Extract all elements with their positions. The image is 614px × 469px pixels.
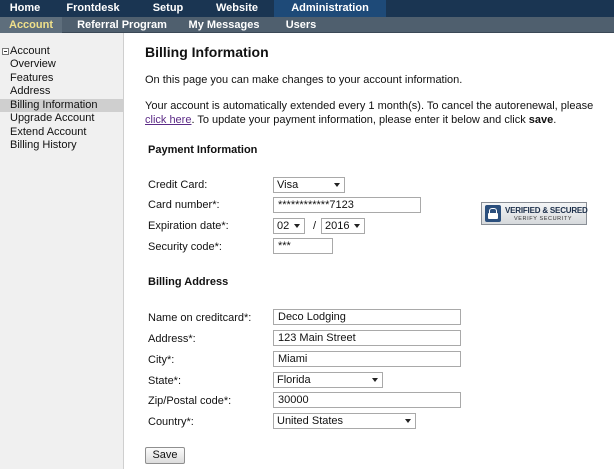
paragraph-text-continued: . To update your payment information, pl… <box>191 113 529 126</box>
credit-card-value: Visa <box>277 179 299 191</box>
credit-card-select[interactable]: Visa <box>273 177 345 193</box>
expiration-date-label: Expiration date*: <box>148 220 229 232</box>
country-value: United States <box>277 415 344 427</box>
sidebar-item-billing-information[interactable]: Billing Information <box>0 98 123 112</box>
address-label: Address*: <box>148 333 196 345</box>
badge-subtitle: VERIFY SECURITY <box>514 216 573 222</box>
sidebar-item-overview[interactable]: Overview <box>0 58 123 72</box>
name-on-card-input[interactable] <box>273 309 461 325</box>
tab-home[interactable]: Home <box>0 0 50 17</box>
chevron-down-icon <box>294 224 300 228</box>
paragraph-text: Your account is automatically extended e… <box>145 100 594 112</box>
sidebar-item-upgrade-account[interactable]: Upgrade Account <box>0 112 123 126</box>
subnav-account[interactable]: Account <box>0 17 62 33</box>
security-code-input[interactable] <box>273 238 333 254</box>
state-value: Florida <box>277 374 311 386</box>
subnav-my-messages[interactable]: My Messages <box>184 17 264 33</box>
state-select[interactable]: Florida <box>273 372 383 388</box>
top-navigation: Home Frontdesk Setup Website Administrat… <box>0 0 614 17</box>
country-select[interactable]: United States <box>273 413 416 429</box>
security-code-label: Security code*: <box>148 241 222 253</box>
expiration-month-value: 02 <box>277 220 290 232</box>
tab-setup[interactable]: Setup <box>136 0 200 17</box>
collapse-icon[interactable] <box>2 48 9 55</box>
chevron-down-icon <box>354 224 360 228</box>
sidebar-item-address[interactable]: Address <box>0 85 123 99</box>
sidebar-item-extend-account[interactable]: Extend Account <box>0 126 123 140</box>
sidebar: Account Overview Features Address Billin… <box>0 33 124 469</box>
expiration-year-select[interactable]: 2016 <box>321 218 365 234</box>
expiration-separator: / <box>313 220 317 232</box>
sidebar-item-billing-history[interactable]: Billing History <box>0 139 123 153</box>
chevron-down-icon <box>405 419 411 423</box>
name-on-card-label: Name on creditcard*: <box>148 312 252 324</box>
expiration-month-select[interactable]: 02 <box>273 218 305 234</box>
tab-administration[interactable]: Administration <box>274 0 386 17</box>
chevron-down-icon <box>372 378 378 382</box>
chevron-down-icon <box>334 183 340 187</box>
autorenewal-paragraph: Your account is automatically extended e… <box>145 100 607 127</box>
payment-info-heading: Payment Information <box>148 144 258 156</box>
sub-navigation: Account Referral Program My Messages Use… <box>0 17 614 33</box>
page-title: Billing Information <box>145 44 269 60</box>
lock-icon <box>485 205 501 222</box>
badge-title: VERIFIED & SECURED <box>505 206 588 215</box>
verified-secured-badge[interactable]: VERIFIED & SECURED VERIFY SECURITY <box>481 202 588 225</box>
zip-code-input[interactable] <box>273 392 461 408</box>
sidebar-heading-account[interactable]: Account <box>0 45 123 58</box>
save-button[interactable]: Save <box>145 447 185 464</box>
card-number-label: Card number*: <box>148 199 220 211</box>
save-word: save <box>528 113 554 126</box>
country-label: Country*: <box>148 416 194 428</box>
expiration-year-value: 2016 <box>325 220 350 232</box>
subnav-users[interactable]: Users <box>278 17 324 33</box>
billing-address-heading: Billing Address <box>148 276 229 288</box>
address-input[interactable] <box>273 330 461 346</box>
city-input[interactable] <box>273 351 461 367</box>
credit-card-label: Credit Card: <box>148 179 208 191</box>
city-label: City*: <box>148 354 175 366</box>
state-label: State*: <box>148 375 182 387</box>
zip-code-label: Zip/Postal code*: <box>148 395 232 407</box>
tab-frontdesk[interactable]: Frontdesk <box>50 0 136 17</box>
paragraph-end: . <box>553 113 557 126</box>
sidebar-heading-label: Account <box>10 45 50 57</box>
cancel-autorenewal-link[interactable]: click here <box>145 114 191 126</box>
subnav-referral-program[interactable]: Referral Program <box>70 17 174 33</box>
card-number-input[interactable] <box>273 197 421 213</box>
sidebar-item-features[interactable]: Features <box>0 72 123 86</box>
intro-text: On this page you can make changes to you… <box>145 74 463 86</box>
tab-website[interactable]: Website <box>200 0 274 17</box>
